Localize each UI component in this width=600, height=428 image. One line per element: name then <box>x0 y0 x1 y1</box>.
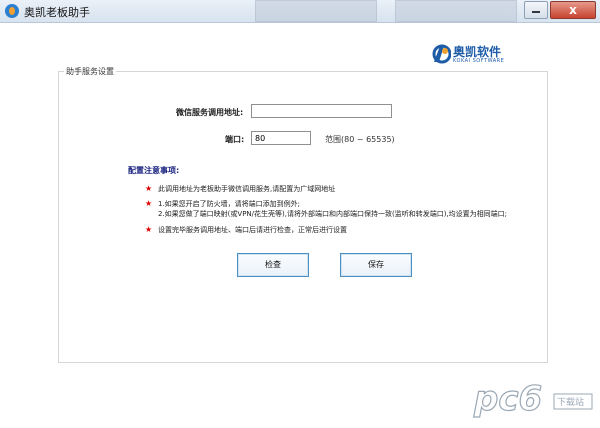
port-range-text: 范围(80 ~ 65535) <box>325 135 395 144</box>
title-bar: 奥凯老板助手 x <box>0 0 600 23</box>
port-label: 端口: <box>225 135 245 144</box>
address-label: 微信服务调用地址: <box>176 108 244 117</box>
note-item: 此调用地址为老板助手微信调用服务,请配置为广域网地址 <box>158 185 336 193</box>
background-window-tab <box>255 0 377 22</box>
watermark-subtext: 下载站 <box>557 396 584 408</box>
close-icon: x <box>569 3 577 17</box>
service-address-input[interactable] <box>251 104 392 118</box>
pc6-watermark-logo-icon: pc6 下载站 <box>472 378 593 420</box>
app-icon <box>5 4 19 18</box>
window-title: 奥凯老板助手 <box>24 6 90 19</box>
kokai-logo-icon <box>432 44 451 64</box>
port-input[interactable] <box>251 131 311 145</box>
close-button[interactable]: x <box>550 1 596 19</box>
note-item: 2.如果您做了端口映射(或VPN/花生壳等),请将外部端口和内部端口保持一致(监… <box>158 210 508 218</box>
star-icon: ★ <box>145 225 153 234</box>
notes-title: 配置注意事项: <box>128 166 180 175</box>
group-label: 助手服务设置 <box>64 66 116 77</box>
logo-subtext: KOKAI SOFTWARE <box>453 58 505 64</box>
check-button[interactable]: 检查 <box>237 253 309 277</box>
save-button[interactable]: 保存 <box>340 253 412 277</box>
pc6-watermark: pc6 下载站 <box>470 376 595 420</box>
background-window-tab <box>395 0 517 22</box>
star-icon: ★ <box>145 184 153 193</box>
watermark-text: pc6 <box>473 379 542 419</box>
company-logo: 奥凯软件 KOKAI SOFTWARE <box>431 41 531 67</box>
note-item: 设置完毕服务调用地址、端口后请进行检查，正常后进行设置 <box>158 226 347 234</box>
minimize-button[interactable] <box>524 1 548 19</box>
star-icon: ★ <box>145 199 153 208</box>
